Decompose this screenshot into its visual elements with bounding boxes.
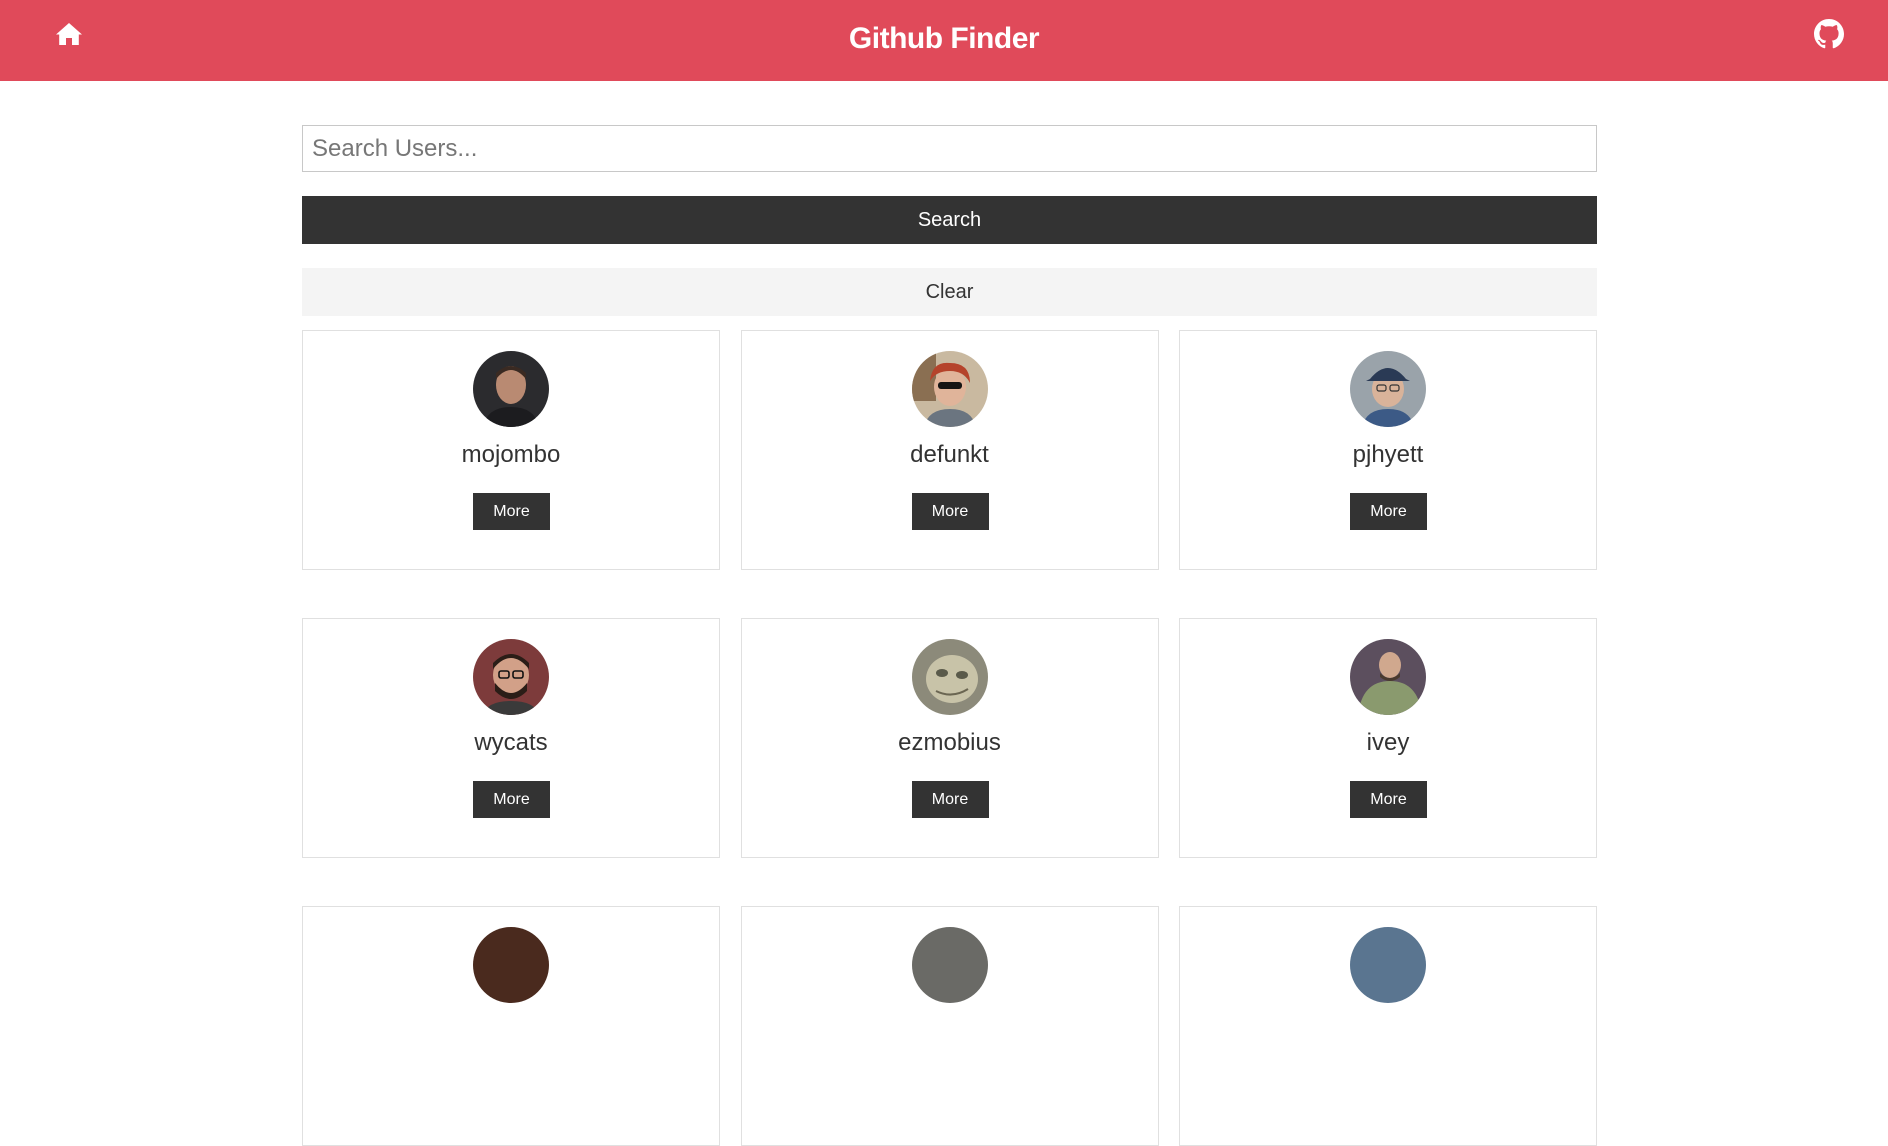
username: wycats	[474, 729, 548, 756]
search-button[interactable]: Search	[302, 196, 1597, 244]
user-card	[302, 906, 720, 1146]
avatar	[473, 351, 549, 427]
search-input[interactable]	[302, 125, 1597, 172]
user-card: ezmobius More	[740, 618, 1159, 858]
username: ivey	[1366, 729, 1410, 756]
user-card: wycats More	[302, 618, 720, 858]
username: defunkt	[910, 441, 989, 468]
user-card	[740, 906, 1159, 1146]
username: mojombo	[461, 441, 561, 468]
username: pjhyett	[1352, 441, 1424, 468]
user-card	[1179, 906, 1597, 1146]
users-grid: mojombo More defunkt More pjhyett More w…	[302, 330, 1597, 1146]
github-icon[interactable]	[1814, 19, 1844, 49]
avatar	[473, 639, 549, 715]
app-title: Github Finder	[848, 21, 1040, 55]
avatar	[1350, 351, 1426, 427]
user-card: ivey More	[1179, 618, 1597, 858]
avatar	[911, 351, 988, 427]
avatar	[911, 639, 988, 715]
clear-button[interactable]: Clear	[302, 268, 1597, 316]
navbar: Github Finder	[0, 0, 1888, 81]
more-button[interactable]: More	[473, 493, 550, 530]
more-button[interactable]: More	[911, 781, 989, 818]
avatar	[911, 927, 988, 1003]
more-button[interactable]: More	[911, 493, 989, 530]
more-button[interactable]: More	[473, 781, 550, 818]
username: ezmobius	[898, 729, 1001, 756]
user-card: mojombo More	[302, 330, 720, 570]
avatar	[1350, 639, 1426, 715]
avatar	[1350, 927, 1426, 1003]
more-button[interactable]: More	[1350, 781, 1427, 818]
more-button[interactable]: More	[1350, 493, 1427, 530]
user-card: defunkt More	[740, 330, 1159, 570]
home-icon[interactable]	[55, 21, 83, 47]
avatar	[473, 927, 549, 1003]
user-card: pjhyett More	[1179, 330, 1597, 570]
